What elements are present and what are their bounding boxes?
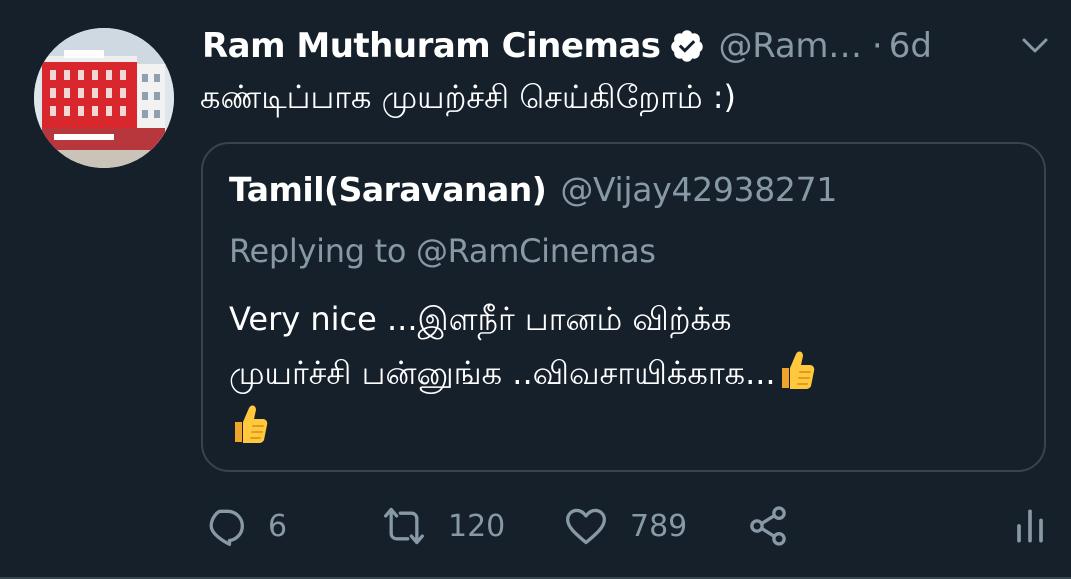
thumbs-up-icon: [781, 351, 814, 389]
replying-to: Replying to @RamCinemas: [229, 232, 656, 270]
quoted-tweet-text: Very nice ...இளநீர் பானம் விற்க்க முயர்ச…: [229, 292, 1029, 454]
analytics-button[interactable]: [1008, 500, 1052, 552]
quoted-text-line-2: முயர்ச்சி பன்னுங்க ..விவசாயிக்காக...: [229, 354, 776, 392]
timestamp[interactable]: 6d: [889, 26, 932, 66]
tweet[interactable]: Ram Muthuram Cinemas @Ram… · 6d கண்டிப்ப…: [0, 0, 1071, 579]
reply-button[interactable]: 6: [202, 500, 287, 552]
like-button[interactable]: 789: [564, 500, 687, 552]
like-icon: [566, 508, 606, 545]
tweet-actions: 6 120 789: [200, 500, 1050, 552]
author-name[interactable]: Ram Muthuram Cinemas: [202, 26, 661, 66]
retweet-icon: [384, 507, 424, 545]
quoted-tweet-header: Tamil(Saravanan) @Vijay42938271: [229, 170, 837, 209]
avatar[interactable]: [34, 28, 174, 168]
replying-prefix: Replying to: [229, 232, 416, 270]
share-icon: [750, 506, 786, 546]
quoted-tweet[interactable]: Tamil(Saravanan) @Vijay42938271 Replying…: [201, 142, 1046, 472]
quoted-author-handle: @Vijay42938271: [560, 170, 838, 209]
tweet-text: கண்டிப்பாக முயற்ச்சி செய்கிறோம் :): [200, 78, 737, 116]
analytics-icon: [1017, 509, 1043, 543]
author-handle[interactable]: @Ram…: [719, 26, 863, 66]
quoted-text-line-2-wrap: முயர்ச்சி பன்னுங்க ..விவசாயிக்காக...: [229, 346, 1029, 400]
verified-badge-icon: [670, 30, 703, 62]
avatar-image: [34, 28, 174, 168]
retweet-count: 120: [448, 508, 506, 544]
separator: ·: [871, 26, 883, 66]
quoted-text-line-1: Very nice ...இளநீர் பானம் விற்க்க: [229, 300, 732, 338]
tweet-header: Ram Muthuram Cinemas @Ram… · 6d: [202, 22, 932, 70]
share-button[interactable]: [746, 500, 790, 552]
reply-count: 6: [268, 508, 288, 544]
quoted-text-line-3: [229, 400, 1029, 454]
retweet-button[interactable]: 120: [382, 500, 505, 552]
replying-to-handle[interactable]: @RamCinemas: [416, 232, 656, 270]
quoted-author-name: Tamil(Saravanan): [229, 170, 547, 209]
like-count: 789: [630, 508, 688, 544]
reply-icon: [209, 509, 244, 546]
thumbs-up-icon: [235, 405, 268, 443]
chevron-down-icon[interactable]: [1021, 36, 1049, 56]
